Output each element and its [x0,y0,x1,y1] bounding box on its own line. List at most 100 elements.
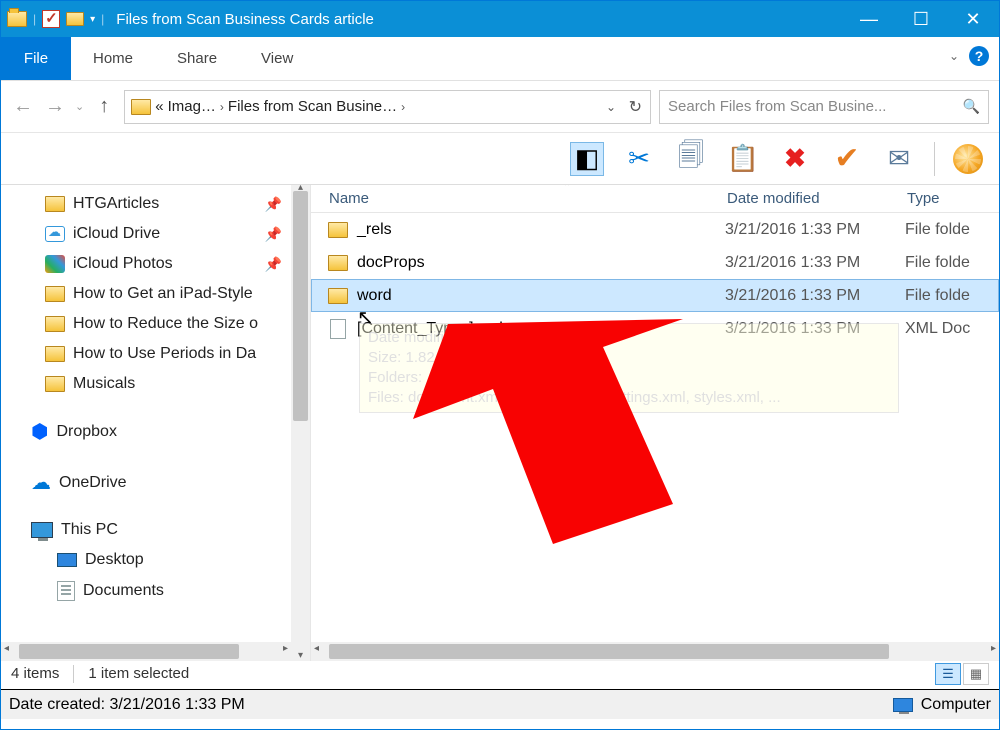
ribbon: File Home Share View ⌄ ? [1,37,999,81]
quick-access-toolbar: | ▾ | [1,10,110,28]
tree-item-documents[interactable]: Documents [1,575,310,607]
column-type[interactable]: Type [907,190,999,207]
search-input[interactable] [668,98,980,115]
breadcrumb-overflow[interactable]: « [155,98,163,115]
list-header[interactable]: ⌃Name Date modified Type [311,185,999,213]
view-buttons: ☰ ▦ [935,663,989,685]
address-dropdown-icon[interactable]: ⌄ [606,100,616,114]
folder-icon [45,196,65,212]
xml-file-icon [330,319,346,339]
footer-bar: Date created: 3/21/2016 1:33 PM Computer [1,689,999,719]
folder-icon [328,255,348,271]
back-button[interactable]: ← [11,95,35,119]
desktop-icon [57,553,77,567]
paste-button[interactable]: 📋 [726,142,760,176]
qat-divider: | [33,12,36,26]
file-row-selected[interactable]: word3/21/2016 1:33 PMFile folde [311,279,999,312]
share-tab[interactable]: Share [155,37,239,80]
folder-icon [45,316,65,332]
file-list[interactable]: ⌃Name Date modified Type _rels3/21/2016 … [311,185,999,661]
minimize-button[interactable]: — [843,1,895,37]
column-date[interactable]: Date modified [727,190,907,207]
rename-button[interactable]: ✔ [830,142,864,176]
tree-horizontal-scrollbar[interactable]: ◂▸ [1,642,291,661]
email-button[interactable]: ✉ [882,142,916,176]
history-dropdown-icon[interactable]: ⌄ [75,100,84,113]
address-folder-icon [131,99,151,115]
pin-icon: 📌 [265,256,282,273]
folder-icon [328,288,348,304]
navigation-tree[interactable]: HTGArticles📌 iCloud Drive📌 iCloud Photos… [1,185,311,661]
status-selection: 1 item selected [88,665,189,682]
column-name[interactable]: ⌃Name [329,190,727,207]
navigation-bar: ← → ⌄ ↑ « Imag… › Files from Scan Busine… [1,81,999,133]
delete-button[interactable]: ✖ [778,142,812,176]
shell-extension-icon[interactable] [953,144,983,174]
properties-icon[interactable] [42,10,60,28]
photos-icon [45,255,65,273]
view-tab[interactable]: View [239,37,315,80]
preview-pane-button[interactable]: ◧ [570,142,604,176]
close-button[interactable]: ✕ [947,1,999,37]
tree-item-folder[interactable]: Musicals [1,369,310,399]
tree-item-folder[interactable]: How to Get an iPad-Style [1,279,310,309]
search-box[interactable]: 🔍 [659,90,989,124]
tree-item-icloudphotos[interactable]: iCloud Photos📌 [1,249,310,279]
folder-icon[interactable] [7,11,27,27]
tree-item-thispc[interactable]: This PC [1,515,310,545]
tree-item-onedrive[interactable]: ☁OneDrive [1,464,310,501]
home-tab[interactable]: Home [71,37,155,80]
list-horizontal-scrollbar[interactable]: ◂▸ [311,642,999,661]
tree-item-folder[interactable]: How to Use Periods in Da [1,339,310,369]
cloud-icon [45,226,65,242]
folder-icon [328,222,348,238]
title-bar: | ▾ | Files from Scan Business Cards art… [1,1,999,37]
qat-divider-2: | [101,12,104,26]
folder-tooltip: Date modified: 3/21/2016 1:33 PM Size: 1… [359,323,899,413]
file-row[interactable]: docProps3/21/2016 1:33 PMFile folde [311,246,999,279]
status-item-count: 4 items [11,665,59,682]
folder-icon [45,286,65,302]
breadcrumb-2[interactable]: Files from Scan Busine… [228,98,397,115]
toolbar-separator [934,142,935,176]
collapse-ribbon-icon[interactable]: ⌄ [949,49,959,63]
folder-icon [45,376,65,392]
breadcrumb-sep-2[interactable]: › [401,100,405,114]
file-tab[interactable]: File [1,37,71,80]
forward-button[interactable]: → [43,95,67,119]
tree-item-folder[interactable]: How to Reduce the Size o [1,309,310,339]
tree-item-desktop[interactable]: Desktop [1,545,310,575]
tree-item-iclouddrive[interactable]: iCloud Drive📌 [1,219,310,249]
new-folder-icon[interactable] [66,12,84,26]
window-title: Files from Scan Business Cards article [116,11,843,28]
folder-icon [45,346,65,362]
status-separator [73,665,74,683]
breadcrumb-sep-1[interactable]: › [220,100,224,114]
search-icon[interactable]: 🔍 [963,98,980,115]
onedrive-icon: ☁ [31,470,51,495]
copy-button[interactable]: 🗐 [674,142,708,176]
dropbox-icon: ⬢ [31,419,48,444]
qat-dropdown-icon[interactable]: ▾ [90,14,95,25]
pc-icon [31,522,53,538]
maximize-button[interactable]: ☐ [895,1,947,37]
cut-button[interactable]: ✂ [622,142,656,176]
refresh-button[interactable]: ↻ [629,97,642,117]
sort-ascending-icon: ⌃ [563,185,571,193]
computer-icon [893,698,913,712]
help-button[interactable]: ? [969,46,989,66]
toolbar: ◧ ✂ 🗐 📋 ✖ ✔ ✉ [1,133,999,185]
tree-item-dropbox[interactable]: ⬢Dropbox [1,413,310,450]
footer-date: Date created: 3/21/2016 1:33 PM [9,696,245,714]
file-row[interactable]: _rels3/21/2016 1:33 PMFile folde [311,213,999,246]
documents-icon [57,581,75,601]
icons-view-button[interactable]: ▦ [963,663,989,685]
status-bar: 4 items 1 item selected ☰ ▦ [1,657,999,689]
breadcrumb-1[interactable]: Imag… [168,98,216,115]
address-bar[interactable]: « Imag… › Files from Scan Busine… › ⌄ ↻ [124,90,651,124]
up-button[interactable]: ↑ [92,95,116,119]
details-view-button[interactable]: ☰ [935,663,961,685]
tree-item-htgarticles[interactable]: HTGArticles📌 [1,189,310,219]
tree-vertical-scrollbar[interactable]: ▴▾ [291,185,310,661]
main-area: HTGArticles📌 iCloud Drive📌 iCloud Photos… [1,185,999,661]
